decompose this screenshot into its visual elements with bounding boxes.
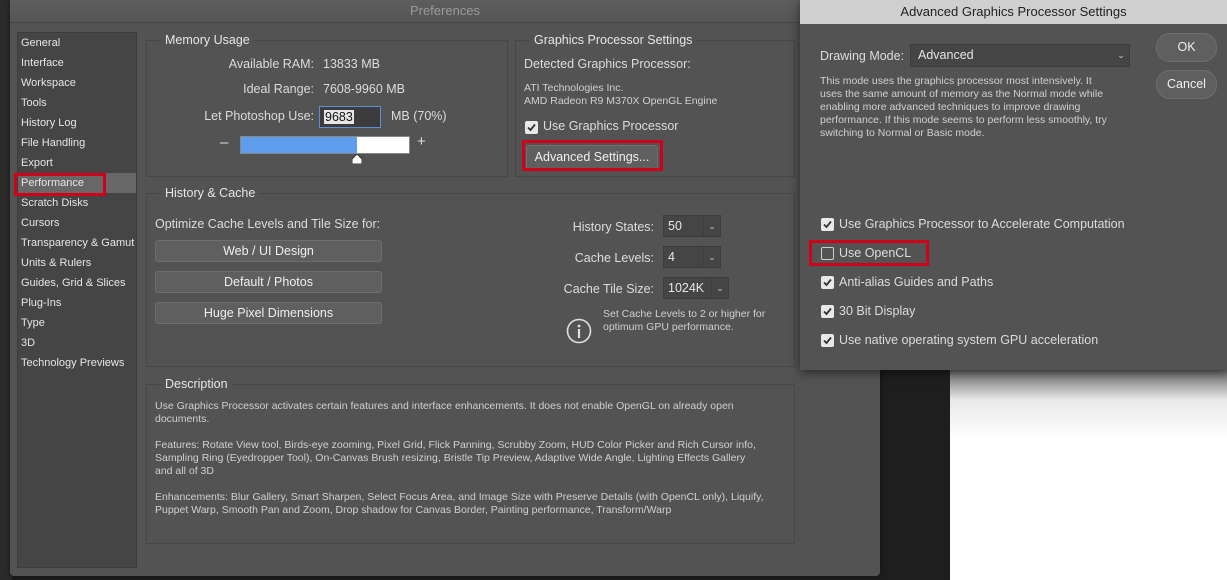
description-p2-line1: Features: Rotate View tool, Birds-eye zo… <box>155 439 756 451</box>
ideal-range-label: Ideal Range: <box>243 82 314 96</box>
mode-description-line3: enabling more advanced techniques to imp… <box>820 101 1081 113</box>
web-ui-design-button[interactable]: Web / UI Design <box>155 240 382 262</box>
description-p2-line3: and all of 3D <box>155 465 214 477</box>
sidebar-item-history-log[interactable]: History Log <box>21 114 77 132</box>
drawing-mode-select[interactable]: Advanced ⌄ <box>910 44 1130 67</box>
drawing-mode-value: Advanced <box>918 48 974 62</box>
cache-info-line2: optimum GPU performance. <box>603 321 734 333</box>
anti-alias-label: Anti-alias Guides and Paths <box>839 275 994 289</box>
detected-gpu-label: Detected Graphics Processor: <box>524 57 691 71</box>
sidebar-item-scratch-disks[interactable]: Scratch Disks <box>21 194 88 212</box>
memory-usage-title: Memory Usage <box>161 33 254 47</box>
sidebar-item-transparency[interactable]: Transparency & Gamut <box>21 234 134 252</box>
description-p3-line2: Puppet Warp, Smooth Pan and Zoom, Drop s… <box>155 504 672 516</box>
advanced-dialog-title: Advanced Graphics Processor Settings <box>800 0 1227 24</box>
mode-description-line1: This mode uses the graphics processor mo… <box>820 75 1092 87</box>
cache-tile-size-combo[interactable]: 1024K ⌄ <box>663 277 729 299</box>
memory-slider-fill <box>241 137 357 153</box>
dialog-title: Preferences <box>10 0 880 23</box>
gpu-vendor: ATI Technologies Inc. <box>524 82 624 94</box>
chevron-down-icon: ⌄ <box>703 247 720 267</box>
native-gpu-acceleration-label: Use native operating system GPU accelera… <box>839 333 1099 347</box>
chevron-down-icon: ⌄ <box>703 216 720 236</box>
canvas-background <box>950 360 1227 580</box>
memory-unit: MB (70%) <box>391 109 447 123</box>
sidebar-item-workspace[interactable]: Workspace <box>21 74 76 92</box>
use-opencl-highlight <box>809 240 929 266</box>
description-p2-line2: Sampling Ring (Eyedropper Tool), On-Canv… <box>155 452 746 464</box>
description-title: Description <box>161 377 232 391</box>
native-gpu-acceleration-checkbox[interactable] <box>821 334 834 347</box>
available-ram-value: 13833 MB <box>323 57 380 71</box>
drawing-mode-label: Drawing Mode: <box>820 49 905 63</box>
sidebar-item-cursors[interactable]: Cursors <box>21 214 60 232</box>
anti-alias-checkbox[interactable] <box>821 276 834 289</box>
sidebar-item-tools[interactable]: Tools <box>21 94 47 112</box>
mode-description-line5: switching to Normal or Basic mode. <box>820 127 985 139</box>
cancel-button[interactable]: Cancel <box>1156 70 1217 99</box>
huge-pixel-dimensions-button[interactable]: Huge Pixel Dimensions <box>155 302 382 324</box>
optimize-label: Optimize Cache Levels and Tile Size for: <box>155 217 381 231</box>
cache-tile-size-value: 1024K <box>668 281 705 295</box>
mode-description-line4: performance. If this mode seems to perfo… <box>820 114 1107 126</box>
use-gpu-checkbox[interactable] <box>525 121 538 134</box>
sidebar-item-file-handling[interactable]: File Handling <box>21 134 85 152</box>
30-bit-display-label: 30 Bit Display <box>839 304 916 318</box>
gpu-model: AMD Radeon R9 M370X OpenGL Engine <box>524 95 718 107</box>
memory-slider[interactable] <box>240 136 410 154</box>
memory-increase-button[interactable]: + <box>417 133 426 150</box>
cache-levels-value: 4 <box>668 250 675 264</box>
sidebar-item-interface[interactable]: Interface <box>21 54 64 72</box>
sidebar-item-plug-ins[interactable]: Plug-Ins <box>21 294 61 312</box>
sidebar-item-export[interactable]: Export <box>21 154 53 172</box>
info-icon <box>566 318 592 344</box>
history-cache-title: History & Cache <box>161 186 260 200</box>
description-p1-line2: documents. <box>155 413 210 425</box>
use-gpu-label: Use Graphics Processor <box>543 119 679 133</box>
sidebar-item-units-rulers[interactable]: Units & Rulers <box>21 254 91 272</box>
description-p1-line1: Use Graphics Processor activates certain… <box>155 400 734 412</box>
let-photoshop-use-label: Let Photoshop Use: <box>204 109 314 123</box>
history-states-combo[interactable]: 50 ⌄ <box>663 215 721 237</box>
memory-slider-thumb[interactable] <box>351 153 363 165</box>
advanced-settings-highlight <box>522 140 663 171</box>
cache-levels-combo[interactable]: 4 ⌄ <box>663 246 721 268</box>
history-states-label: History States: <box>572 220 654 234</box>
performance-highlight <box>14 173 106 196</box>
sidebar-item-technology-previews[interactable]: Technology Previews <box>21 354 124 372</box>
chevron-down-icon: ⌄ <box>1117 50 1125 60</box>
sidebar-item-3d[interactable]: 3D <box>21 334 35 352</box>
30-bit-display-checkbox[interactable] <box>821 305 834 318</box>
ok-button[interactable]: OK <box>1156 33 1217 62</box>
history-states-value: 50 <box>668 219 682 233</box>
chevron-down-icon: ⌄ <box>711 278 728 298</box>
cache-info-line1: Set Cache Levels to 2 or higher for <box>603 308 766 320</box>
cache-tile-size-label: Cache Tile Size: <box>563 282 654 296</box>
sidebar-item-guides-grid[interactable]: Guides, Grid & Slices <box>21 274 126 292</box>
description-p3-line1: Enhancements: Blur Gallery, Smart Sharpe… <box>155 491 764 503</box>
cache-levels-label: Cache Levels: <box>574 251 654 265</box>
accelerate-computation-checkbox[interactable] <box>821 218 834 231</box>
accelerate-computation-label: Use Graphics Processor to Accelerate Com… <box>839 217 1125 231</box>
memory-input[interactable]: 9683 <box>319 106 381 128</box>
sidebar-item-type[interactable]: Type <box>21 314 45 332</box>
memory-decrease-button[interactable]: – <box>220 134 228 151</box>
available-ram-label: Available RAM: <box>228 57 314 71</box>
memory-input-value: 9683 <box>324 110 354 124</box>
sidebar-item-general[interactable]: General <box>21 34 60 52</box>
ideal-range-value: 7608-9960 MB <box>323 82 406 96</box>
advanced-gpu-dialog: Advanced Graphics Processor Settings Dra… <box>800 0 1227 370</box>
mode-description-line2: uses the same amount of memory as the No… <box>820 88 1104 100</box>
preferences-dialog: Preferences General Interface Workspace … <box>10 0 880 576</box>
preferences-sidebar: General Interface Workspace Tools Histor… <box>17 32 137 568</box>
graphics-processor-title: Graphics Processor Settings <box>530 33 697 47</box>
default-photos-button[interactable]: Default / Photos <box>155 271 382 293</box>
